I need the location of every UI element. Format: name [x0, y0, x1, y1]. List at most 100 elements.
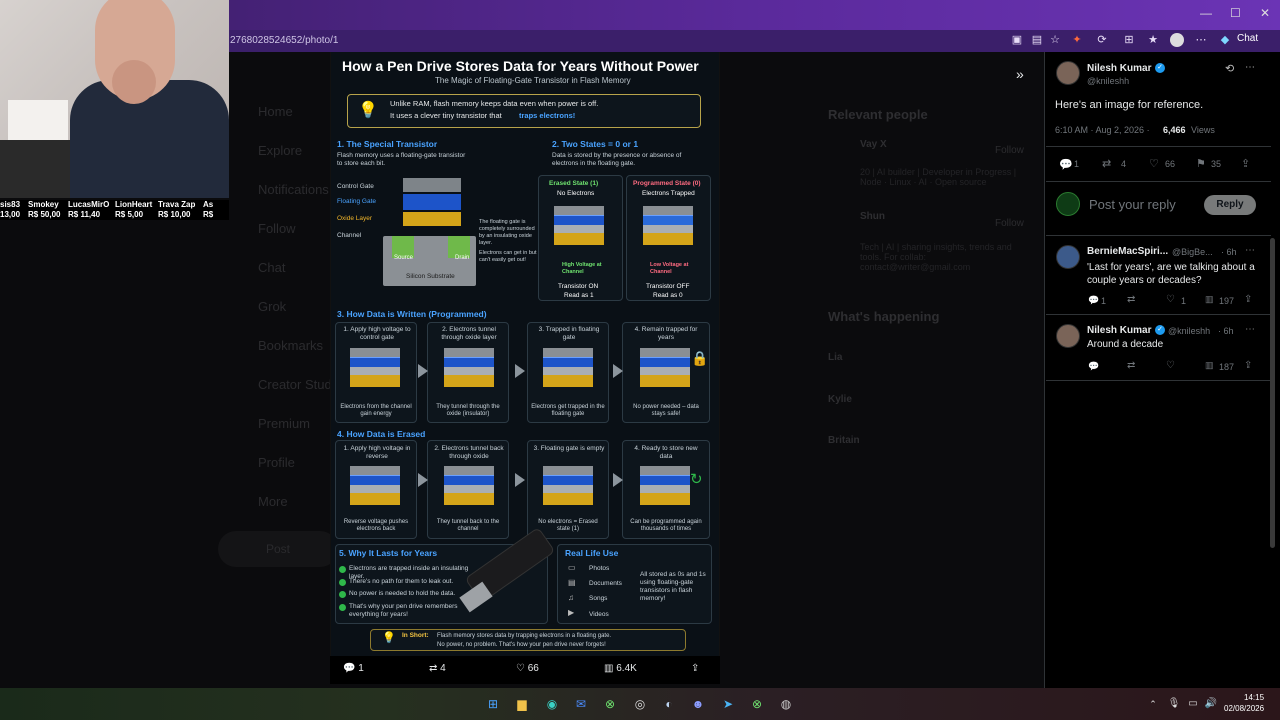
grok-icon[interactable]: ⟲	[1225, 62, 1234, 75]
xbox-app-icon[interactable]: ⊗	[749, 696, 765, 712]
image-reply-button[interactable]: 💬 1	[343, 663, 364, 674]
views-icon[interactable]: ▥	[1205, 294, 1214, 305]
image-repost-button[interactable]: ⇄ 4	[429, 663, 446, 674]
copilot-icon[interactable]: ◆	[1218, 33, 1232, 47]
more-options-icon[interactable]: ⋯	[1245, 62, 1255, 73]
erase-step-3-bottom: No electrons = Erased state (1)	[538, 519, 598, 532]
edge-browser-icon[interactable]: ◉	[544, 696, 560, 712]
in-short-line-2: No power, no problem. That's how your pe…	[437, 642, 606, 648]
repost-icon[interactable]: ⇄	[1127, 294, 1135, 305]
reply-avatar[interactable]	[1056, 324, 1080, 348]
steam-icon[interactable]: ◐	[661, 696, 677, 712]
reply-button[interactable]: Reply	[1204, 195, 1256, 215]
trend-1[interactable]: Lia	[828, 352, 842, 363]
chrome-icon[interactable]: ◎	[632, 696, 648, 712]
share-icon[interactable]: ⇪	[1244, 294, 1252, 305]
reply-time[interactable]: · 6h	[1218, 326, 1234, 336]
nav-bookmarks[interactable]: Bookmarks	[258, 338, 323, 353]
obs-icon[interactable]: ◍	[778, 696, 794, 712]
reply-avatar[interactable]	[1056, 245, 1080, 269]
author-handle[interactable]: @knileshh	[1087, 76, 1129, 86]
outlook-icon[interactable]: ✉	[573, 696, 589, 712]
split-view-icon[interactable]: ▣	[1010, 33, 1024, 47]
maximize-button[interactable]: ☐	[1230, 6, 1241, 20]
reply-icon[interactable]: 💬	[1088, 361, 1099, 372]
clock-time: 14:15	[1244, 693, 1265, 702]
erased-transistor-state: Transistor ON	[558, 283, 599, 290]
file-explorer-icon[interactable]: ▆	[514, 696, 530, 712]
nav-follow[interactable]: Follow	[258, 221, 296, 236]
nav-more[interactable]: More	[258, 494, 288, 509]
follow-button-1[interactable]: Follow	[995, 145, 1024, 156]
reply-author[interactable]: Nilesh Kumar	[1087, 325, 1151, 336]
volume-icon[interactable]: 🔊	[1203, 696, 1219, 712]
nav-notifications[interactable]: Notifications	[258, 182, 329, 197]
image-reply-count: 1	[358, 663, 364, 674]
reply-icon: 💬	[343, 663, 356, 674]
share-icon[interactable]: ⇪	[1244, 360, 1252, 371]
tweet-timestamp[interactable]: 6:10 AM · Aug 2, 2026 ·	[1055, 125, 1150, 135]
nav-chat[interactable]: Chat	[258, 260, 285, 275]
heart-icon[interactable]: ♡	[1166, 360, 1175, 371]
image-views-button[interactable]: ▥ 6.4K	[604, 663, 637, 674]
views-icon[interactable]: ▥	[1205, 360, 1214, 371]
share-icon[interactable]: ⇪	[691, 663, 699, 674]
reply-icon[interactable]: 💬	[1059, 158, 1073, 171]
lasts-item-2: There's no path for them to leak out.	[349, 578, 454, 585]
profile-avatar-icon[interactable]	[1170, 33, 1184, 47]
bookmark-icon[interactable]: ⚑	[1196, 157, 1206, 170]
trend-3[interactable]: Britain	[828, 435, 860, 446]
system-clock[interactable]: 14:15 02/08/2026	[1224, 692, 1264, 714]
nav-premium[interactable]: Premium	[258, 416, 310, 431]
nav-home[interactable]: Home	[258, 104, 293, 119]
more-menu-icon[interactable]: ⋯	[1194, 33, 1208, 47]
reading-view-icon[interactable]: ▤	[1030, 33, 1044, 47]
label-channel: Channel	[337, 232, 362, 239]
url-text[interactable]: 2768028524652/photo/1	[230, 35, 338, 46]
reply-handle[interactable]: @BigBe...	[1172, 247, 1213, 257]
image-like-button[interactable]: ♡ 66	[516, 663, 539, 674]
discord-icon[interactable]: ☻	[690, 696, 706, 712]
my-avatar[interactable]	[1056, 192, 1080, 216]
collapse-panel-icon[interactable]: »	[1016, 66, 1024, 82]
nav-profile[interactable]: Profile	[258, 455, 295, 470]
erase-step-4-bottom: Can be programmed again thousands of tim…	[630, 519, 702, 532]
windows-start-icon[interactable]: ⊞	[485, 696, 501, 712]
heart-icon[interactable]: ♡	[1149, 157, 1159, 170]
nav-grok[interactable]: Grok	[258, 299, 286, 314]
collections-icon[interactable]: ⊞	[1122, 33, 1136, 47]
xbox-icon[interactable]: ⊗	[602, 696, 618, 712]
minimize-button[interactable]: —	[1200, 6, 1212, 20]
refresh-extension-icon[interactable]: ⟳	[1095, 33, 1109, 47]
verified-badge-icon: ✓	[1155, 325, 1165, 335]
repost-icon[interactable]: ⇄	[1102, 157, 1111, 170]
extension-icon[interactable]: ✦	[1070, 33, 1084, 47]
donor-name: LionHeart	[115, 200, 153, 209]
telegram-icon[interactable]: ➤	[720, 696, 736, 712]
reply-handle[interactable]: @knileshh	[1168, 326, 1210, 336]
reply-author[interactable]: BernieMacSpiri...	[1087, 246, 1168, 257]
reply-icon[interactable]: 💬	[1088, 295, 1099, 306]
author-avatar[interactable]	[1056, 61, 1080, 85]
favorites-icon[interactable]: ★	[1146, 33, 1160, 47]
reply-input[interactable]: Post your reply	[1089, 197, 1176, 212]
favorite-star-icon[interactable]: ☆	[1048, 33, 1062, 47]
trend-2[interactable]: Kylie	[828, 394, 852, 405]
network-icon[interactable]: ▭	[1185, 696, 1201, 712]
tray-chevron-icon[interactable]: ⌃	[1145, 696, 1161, 712]
panel-scrollbar[interactable]	[1270, 238, 1275, 548]
post-button[interactable]: Post	[218, 531, 338, 567]
heart-icon[interactable]: ♡	[1166, 294, 1175, 305]
repost-icon[interactable]: ⇄	[1127, 360, 1135, 371]
nav-explore[interactable]: Explore	[258, 143, 302, 158]
author-name[interactable]: Nilesh Kumar	[1087, 63, 1151, 74]
microphone-icon[interactable]: 🎙	[1166, 696, 1182, 712]
reply-time[interactable]: · 6h	[1221, 247, 1237, 257]
more-options-icon[interactable]: ⋯	[1245, 324, 1255, 335]
close-window-button[interactable]: ✕	[1260, 6, 1270, 20]
more-options-icon[interactable]: ⋯	[1245, 245, 1255, 256]
share-icon[interactable]: ⇪	[1241, 157, 1250, 170]
chat-button[interactable]: Chat	[1237, 33, 1258, 44]
floating-gate-layer	[403, 194, 461, 210]
follow-button-2[interactable]: Follow	[995, 218, 1024, 229]
